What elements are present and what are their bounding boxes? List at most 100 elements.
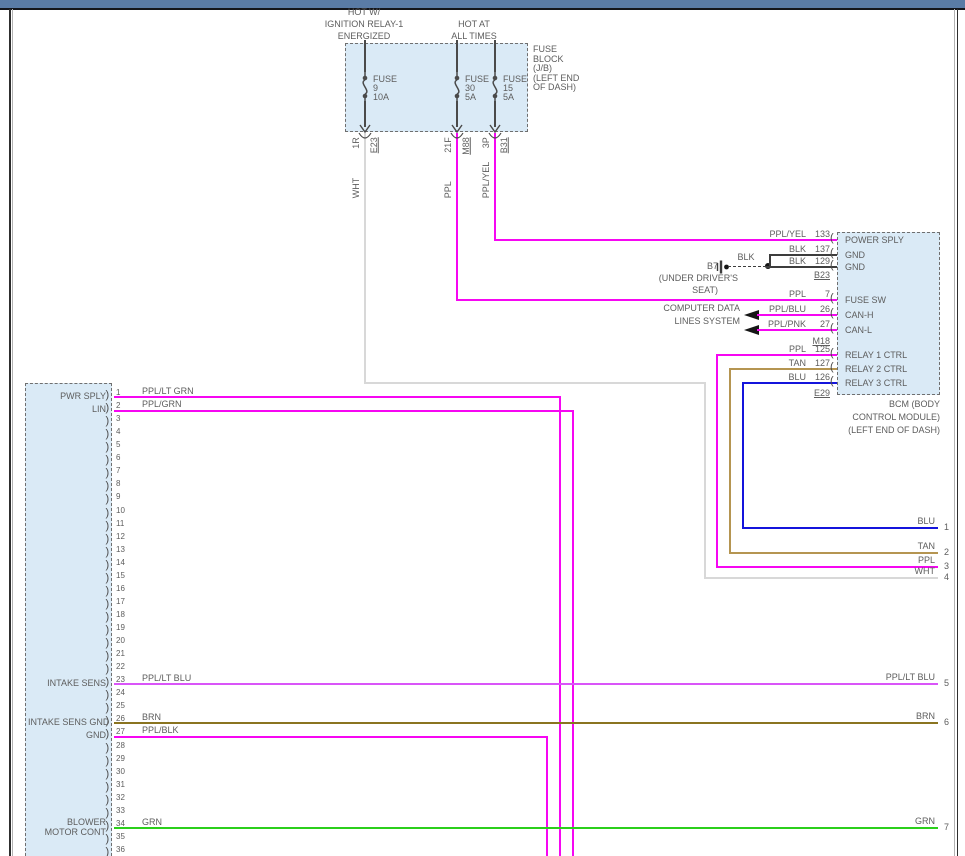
bcm-terminal-label: RELAY 1 CTRL (845, 350, 907, 361)
wire-blu-relay-3 (742, 382, 744, 529)
wire-tan-relay-2 (729, 368, 731, 554)
connector-bracket: ) (106, 573, 110, 584)
left-connector-pin-number: 24 (116, 688, 125, 697)
connector-bracket: ) (106, 521, 110, 532)
left-connector-pin-number: 7 (116, 466, 120, 475)
bcm-pin-number: 133 (797, 229, 830, 240)
left-connector-pin-number: 1 (116, 388, 120, 397)
connector-bracket: ( (830, 376, 834, 387)
left-connector-terminal-label: MOTOR CONT (28, 827, 106, 838)
left-connector-terminal-label: PWR SPLY (28, 391, 106, 402)
left-connector-pin-number: 30 (116, 767, 125, 776)
fuse-rating: 5A (503, 92, 514, 103)
left-connector-pin-number: 28 (116, 741, 125, 750)
connector-bracket: ( (830, 233, 834, 244)
left-connector-pin-number: 35 (116, 832, 125, 841)
left-connector-box (25, 383, 112, 856)
bcm-connector-id: M18 (797, 336, 830, 347)
connector-bracket: ) (106, 534, 110, 545)
hot-at-all-times-label-line2: ALL TIMES (404, 31, 544, 42)
left-connector-pin-number: 25 (116, 701, 125, 710)
wire-wht (704, 577, 938, 579)
wire-color-label: WHT (351, 138, 362, 198)
fuse-connector-id: E23 (369, 137, 380, 197)
fuse-block-label-line5: OF DASH) (533, 82, 576, 93)
connector-bracket: ) (106, 795, 110, 806)
ground-id-label: B7 (690, 261, 718, 272)
left-connector-terminal-label: INTAKE SENS (28, 678, 106, 689)
bcm-terminal-label: CAN-L (845, 325, 872, 336)
left-connector-pin-number: 29 (116, 754, 125, 763)
left-connector-pin-number: 9 (116, 492, 120, 501)
wire-color-label: PPL/GRN (142, 399, 182, 410)
connector-bracket: ) (106, 586, 110, 597)
left-connector-terminal-label: LIN (28, 404, 106, 415)
bcm-pin-number: 129 (797, 256, 830, 267)
connector-bracket: ) (106, 703, 110, 714)
left-connector-pin-number: 3 (116, 414, 120, 423)
wire-color-label: BLU (835, 516, 935, 527)
diagram-canvas: HOT W/ IGNITION RELAY-1 ENERGIZED HOT AT… (0, 0, 965, 856)
computer-data-label-line1: COMPUTER DATA (610, 303, 740, 314)
right-terminal-pin-number: 5 (944, 678, 949, 689)
left-connector-pin-number: 36 (116, 845, 125, 854)
wire-ppl-blk (114, 736, 548, 738)
connector-bracket: ) (106, 782, 110, 793)
left-connector-pin-number: 12 (116, 532, 125, 541)
bcm-pin-number: 27 (797, 319, 830, 330)
connector-bracket: ( (830, 323, 834, 334)
wire-color-label: GRN (835, 816, 935, 827)
bcm-pin-number: 137 (797, 244, 830, 255)
left-connector-pin-number: 2 (116, 401, 120, 410)
hot-ignition-label-line1: HOT W/ (294, 7, 434, 18)
bcm-caption-line3: (LEFT END OF DASH) (787, 425, 940, 436)
right-terminal-pin-number: 1 (944, 522, 949, 533)
left-connector-pin-number: 19 (116, 623, 125, 632)
left-connector-pin-number: 34 (116, 819, 125, 828)
left-connector-pin-number: 33 (116, 806, 125, 815)
left-connector-pin-number: 6 (116, 453, 120, 462)
fuse-rating: 5A (465, 92, 476, 103)
wire-ppl-grn (114, 410, 574, 412)
left-connector-pin-number: 11 (116, 519, 124, 528)
right-terminal-pin-number: 3 (944, 561, 949, 572)
wire-ppl-fuse-30 (456, 133, 458, 301)
wire-color-label: PPL/BLK (142, 725, 179, 736)
left-connector-pin-number: 32 (116, 793, 125, 802)
connector-bracket: ) (106, 429, 110, 440)
fuse-block-label-line3: (J/B) (533, 63, 552, 74)
connector-bracket: ( (830, 260, 834, 271)
connector-bracket: ( (830, 248, 834, 259)
wire-wht (364, 133, 366, 384)
connector-bracket: ) (106, 403, 110, 414)
bcm-terminal-label: FUSE SW (845, 295, 886, 306)
connector-bracket: ) (106, 508, 110, 519)
left-connector-pin-number: 21 (116, 649, 125, 658)
bcm-terminal-label: GND (845, 250, 865, 261)
wire-ppl-yel (494, 133, 496, 241)
wire-ppl-relay-1 (716, 354, 718, 568)
left-connector-pin-number: 13 (116, 545, 125, 554)
wiring-diagram-page: HOT W/ IGNITION RELAY-1 ENERGIZED HOT AT… (0, 0, 965, 856)
computer-data-label-line2: LINES SYSTEM (610, 316, 740, 327)
connector-bracket: ) (106, 468, 110, 479)
fuse-feed-line (364, 40, 366, 72)
bcm-terminal-label: CAN-H (845, 310, 874, 321)
connector-bracket: ) (106, 729, 110, 740)
left-connector-pin-number: 4 (116, 427, 120, 436)
wire-ppl-grn (572, 410, 574, 856)
left-connector-pin-number: 27 (116, 727, 125, 736)
connector-bracket: ) (106, 481, 110, 492)
wire-ppl-lt-blu (114, 683, 938, 685)
wire-color-label: PPL/LT BLU (835, 672, 935, 683)
left-connector-pin-number: 26 (116, 714, 125, 723)
wire-color-label: BRN (835, 711, 935, 722)
wire-wht (704, 382, 706, 579)
connector-bracket: ) (106, 769, 110, 780)
bcm-terminal-label: POWER SPLY (845, 235, 904, 246)
wire-color-label: PPL/YEL (481, 138, 492, 198)
left-connector-pin-number: 5 (116, 440, 120, 449)
connector-bracket: ) (106, 756, 110, 767)
wire-color-label: TAN (835, 541, 935, 552)
left-connector-pin-number: 14 (116, 558, 125, 567)
